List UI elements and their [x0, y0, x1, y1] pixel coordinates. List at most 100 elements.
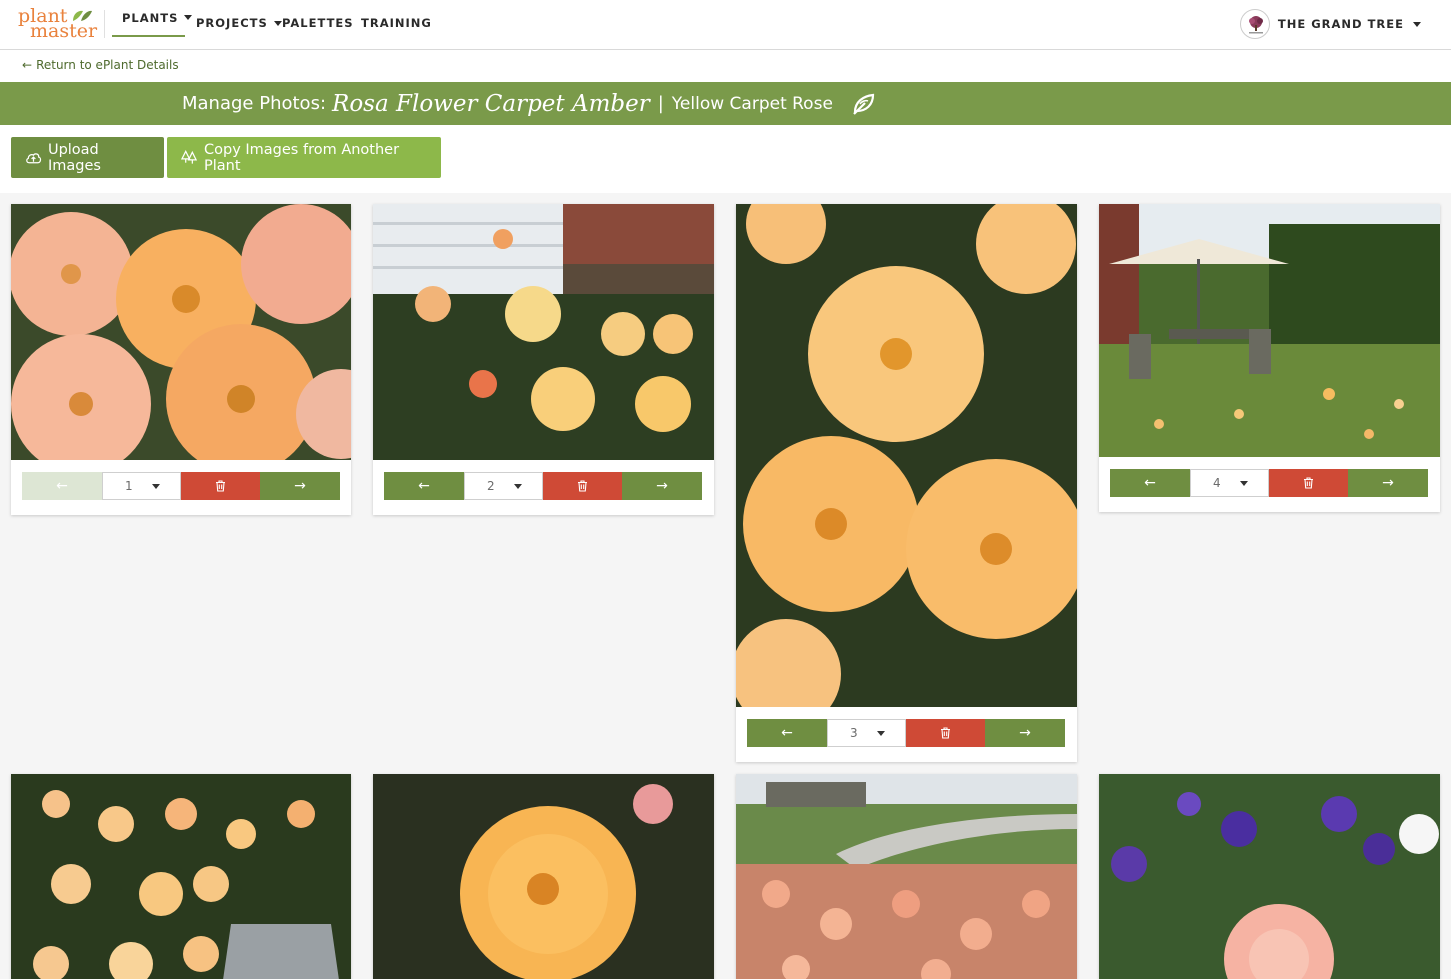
- account-menu[interactable]: THE GRAND TREE: [1239, 8, 1421, 40]
- nav-plants[interactable]: PLANTS: [112, 0, 193, 37]
- amber-roses-image: [736, 204, 1077, 707]
- order-value: 1: [125, 479, 133, 493]
- nav-projects[interactable]: PROJECTS: [196, 0, 282, 46]
- title-separator: |: [657, 93, 664, 114]
- return-link[interactable]: ← Return to ePlant Details: [22, 58, 179, 72]
- roses-house-image: [373, 204, 714, 460]
- move-right-button[interactable]: →: [1348, 469, 1428, 497]
- delete-photo-button[interactable]: [906, 719, 985, 747]
- photo-image[interactable]: [1099, 774, 1440, 979]
- arrow-right-icon: →: [294, 478, 306, 494]
- order-select[interactable]: 3: [827, 719, 906, 747]
- delete-photo-button[interactable]: [181, 472, 260, 500]
- upload-images-label: Upload Images: [47, 141, 101, 174]
- arrow-right-icon: →: [656, 478, 668, 494]
- nav-palettes-label: PALETTES: [282, 16, 354, 30]
- move-left-button[interactable]: ←: [747, 719, 827, 747]
- arrow-left-icon: ←: [22, 58, 33, 72]
- photo-card: ← 4 →: [1099, 204, 1440, 512]
- chevron-down-icon: [1413, 21, 1421, 27]
- arrow-right-icon: →: [1382, 475, 1394, 491]
- nav-training-label: TRAINING: [361, 16, 432, 30]
- rose-bed-driveway-image: [736, 774, 1077, 979]
- photo-card: [11, 774, 351, 979]
- photo-image[interactable]: [373, 204, 714, 460]
- eplant-leaf-icon: [853, 93, 875, 115]
- nav-palettes[interactable]: PALETTES: [282, 0, 354, 46]
- page-title: Manage Photos: Rosa Flower Carpet Amber …: [182, 82, 877, 125]
- nav-projects-label: PROJECTS: [196, 16, 268, 30]
- photo-image[interactable]: [11, 774, 351, 979]
- action-bar: Upload Images Copy Images from Another P…: [0, 125, 1451, 193]
- trees-icon: [181, 150, 198, 164]
- logo-leaf-icon: [73, 10, 92, 21]
- chevron-down-icon: [514, 484, 522, 489]
- copy-images-button[interactable]: Copy Images from Another Plant: [167, 137, 441, 178]
- order-value: 2: [487, 479, 495, 493]
- photo-card: [373, 774, 714, 979]
- order-select[interactable]: 2: [464, 472, 543, 500]
- move-left-button[interactable]: ←: [22, 472, 102, 500]
- photo-card: [1099, 774, 1440, 979]
- move-left-button[interactable]: ←: [1110, 469, 1190, 497]
- arrow-left-icon: ←: [781, 725, 793, 741]
- arrow-left-icon: ←: [418, 478, 430, 494]
- plantmaster-logo[interactable]: plant master: [18, 6, 98, 42]
- nav-divider: [104, 10, 105, 38]
- move-right-button[interactable]: →: [260, 472, 340, 500]
- arrow-left-icon: ←: [1144, 475, 1156, 491]
- delete-photo-button[interactable]: [1269, 469, 1348, 497]
- photo-gallery: ← 1 → ← 2 → ← 3 → ← 4 →: [0, 193, 1451, 979]
- roses-watering-can-image: [11, 774, 351, 979]
- photo-image[interactable]: [1099, 204, 1440, 457]
- arrow-right-icon: →: [1019, 725, 1031, 741]
- trash-icon: [1304, 477, 1313, 489]
- garden-umbrella-image: [1099, 204, 1440, 457]
- photo-image[interactable]: [11, 204, 351, 460]
- photo-card: [736, 774, 1077, 979]
- photo-controls: ← 3 →: [747, 719, 1065, 747]
- nav-training[interactable]: TRAINING: [361, 0, 432, 46]
- photo-card: ← 1 →: [11, 204, 351, 515]
- order-select[interactable]: 1: [102, 472, 181, 500]
- page-title-bar: Manage Photos: Rosa Flower Carpet Amber …: [0, 82, 1451, 125]
- photo-card: ← 3 →: [736, 204, 1077, 762]
- move-left-button[interactable]: ←: [384, 472, 464, 500]
- common-name: Yellow Carpet Rose: [671, 93, 833, 114]
- chevron-down-icon: [877, 731, 885, 736]
- trash-icon: [941, 727, 950, 739]
- photo-image[interactable]: [373, 774, 714, 979]
- account-name: THE GRAND TREE: [1277, 17, 1404, 31]
- photo-controls: ← 2 →: [384, 472, 702, 500]
- chevron-down-icon: [152, 484, 160, 489]
- photo-controls: ← 1 →: [22, 472, 340, 500]
- photo-controls: ← 4 →: [1110, 469, 1428, 497]
- arrow-left-icon: ←: [56, 478, 68, 494]
- chevron-down-icon: [273, 20, 282, 26]
- order-select[interactable]: 4: [1190, 469, 1269, 497]
- delete-photo-button[interactable]: [543, 472, 622, 500]
- cloud-upload-icon: [26, 152, 42, 163]
- upload-images-button[interactable]: Upload Images: [11, 137, 164, 178]
- trash-icon: [578, 480, 587, 492]
- title-prefix: Manage Photos:: [182, 93, 327, 114]
- avatar: [1239, 9, 1270, 39]
- tree-logo-icon: [1248, 16, 1263, 34]
- move-right-button[interactable]: →: [622, 472, 702, 500]
- nav-plants-label: PLANTS: [122, 10, 179, 25]
- return-link-label: Return to ePlant Details: [36, 58, 179, 72]
- pink-rose-violas-image: [1099, 774, 1440, 979]
- photo-image[interactable]: [736, 204, 1077, 707]
- photo-image[interactable]: [736, 774, 1077, 979]
- order-value: 4: [1213, 476, 1221, 490]
- photo-card: ← 2 →: [373, 204, 714, 515]
- move-right-button[interactable]: →: [985, 719, 1065, 747]
- roses-closeup-image: [11, 204, 351, 460]
- order-value: 3: [850, 726, 858, 740]
- top-navigation: plant master PLANTS PROJECTS PALETTES TR…: [0, 0, 1451, 50]
- copy-images-label: Copy Images from Another Plant: [204, 141, 400, 174]
- logo-text-master: master: [30, 20, 98, 42]
- single-amber-rose-image: [373, 774, 714, 979]
- chevron-down-icon: [184, 15, 193, 20]
- trash-icon: [216, 480, 225, 492]
